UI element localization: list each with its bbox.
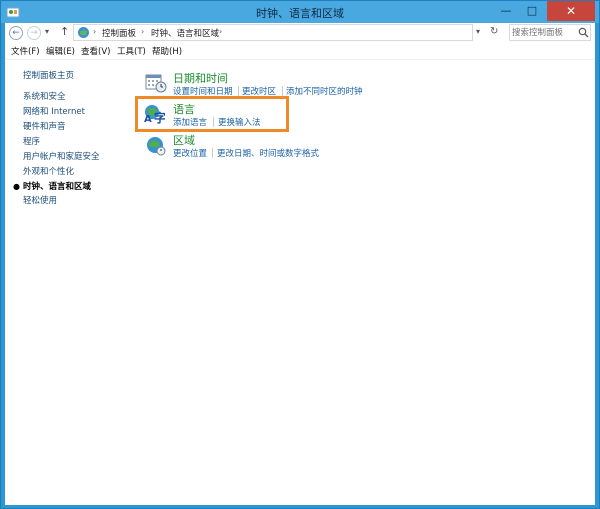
sidebar-item-clock-language-region: 时钟、语言和区域 bbox=[23, 182, 92, 192]
category-title-region[interactable]: 区域 bbox=[173, 132, 195, 148]
back-button[interactable]: ← bbox=[9, 26, 23, 40]
sidebar-item-user-accounts[interactable]: 用户帐户和家庭安全 bbox=[23, 150, 100, 162]
search-box[interactable] bbox=[509, 24, 591, 41]
sidebar-item-programs[interactable]: 程序 bbox=[23, 135, 40, 147]
up-button[interactable]: ↑ bbox=[60, 25, 69, 38]
link-change-location[interactable]: 更改位置 bbox=[173, 147, 207, 159]
globe-clock-icon[interactable] bbox=[145, 134, 167, 156]
breadcrumb-separator: › bbox=[141, 27, 145, 36]
sidebar-item-ease-of-access[interactable]: 轻松使用 bbox=[23, 194, 57, 206]
sidebar-item-appearance[interactable]: 外观和个性化 bbox=[23, 165, 74, 177]
minimize-button[interactable]: — bbox=[493, 1, 519, 21]
breadcrumb-separator: › bbox=[93, 27, 97, 36]
link-add-clocks[interactable]: 添加不同时区的时钟 bbox=[286, 85, 363, 97]
menu-tools[interactable]: 工具(T) bbox=[117, 45, 146, 57]
navigation-bar: ← → ▾ ↑ › 控制面板 › 时钟、语言和区域 › ▾ ↻ bbox=[5, 23, 595, 43]
sidebar-item-system-security[interactable]: 系统和安全 bbox=[23, 90, 66, 102]
address-bar[interactable]: › 控制面板 › 时钟、语言和区域 › ▾ bbox=[73, 24, 480, 41]
search-icon[interactable] bbox=[578, 27, 589, 38]
menu-help[interactable]: 帮助(H) bbox=[152, 45, 182, 57]
refresh-button[interactable]: ↻ bbox=[490, 26, 498, 37]
category-title-date-time[interactable]: 日期和时间 bbox=[173, 70, 228, 86]
breadcrumb-separator: › bbox=[219, 27, 223, 36]
search-input[interactable] bbox=[512, 26, 574, 39]
close-button[interactable]: ✕ bbox=[547, 1, 595, 21]
status-strip bbox=[5, 501, 595, 505]
language-highlight-box bbox=[135, 96, 289, 132]
calendar-clock-icon[interactable] bbox=[145, 72, 167, 94]
current-page-bullet: ● bbox=[13, 182, 20, 191]
link-separator bbox=[282, 86, 283, 96]
link-separator bbox=[238, 86, 239, 96]
link-separator bbox=[212, 148, 213, 158]
sidebar-home-link[interactable]: 控制面板主页 bbox=[23, 69, 74, 81]
client-area: ← → ▾ ↑ › 控制面板 › 时钟、语言和区域 › ▾ ↻ 搜索控制面板 文… bbox=[5, 23, 595, 505]
address-dropdown[interactable]: ▾ bbox=[476, 27, 480, 36]
menu-edit[interactable]: 编辑(E) bbox=[46, 45, 75, 57]
title-bar[interactable]: 时钟、语言和区域 — □ ✕ bbox=[1, 1, 599, 23]
recent-pages-dropdown[interactable]: ▾ bbox=[45, 27, 49, 36]
control-panel-window: 时钟、语言和区域 — □ ✕ ← → ▾ ↑ › 控制面板 › 时钟、语言和区域… bbox=[0, 0, 600, 509]
control-panel-icon bbox=[78, 27, 89, 38]
breadcrumb-control-panel[interactable]: 控制面板 bbox=[102, 27, 136, 39]
maximize-button[interactable]: □ bbox=[519, 1, 545, 21]
sidebar-item-hardware-sound[interactable]: 硬件和声音 bbox=[23, 120, 66, 132]
sidebar-item-network-internet[interactable]: 网络和 Internet bbox=[23, 105, 85, 117]
forward-button[interactable]: → bbox=[27, 26, 41, 40]
menu-file[interactable]: 文件(F) bbox=[11, 45, 40, 57]
breadcrumb-clock-language-region[interactable]: 时钟、语言和区域 bbox=[151, 27, 219, 39]
menu-divider bbox=[5, 59, 595, 60]
link-change-date-time-format[interactable]: 更改日期、时间或数字格式 bbox=[217, 147, 319, 159]
menu-bar: 文件(F) 编辑(E) 查看(V) 工具(T) 帮助(H) bbox=[5, 44, 595, 58]
menu-view[interactable]: 查看(V) bbox=[81, 45, 110, 57]
